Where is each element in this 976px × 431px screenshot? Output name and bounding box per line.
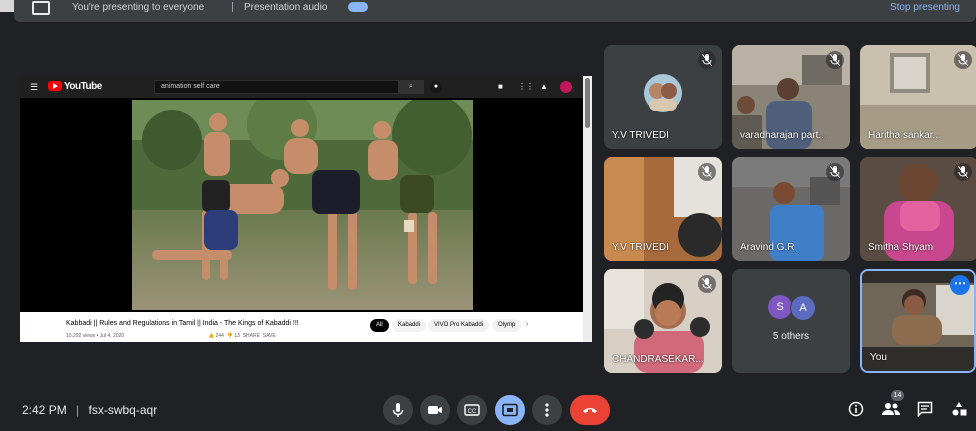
others-count: 5 others xyxy=(772,331,810,342)
video-player[interactable] xyxy=(20,98,583,312)
video-meta: 10,292 views • Jul 4, 2020 xyxy=(66,333,125,339)
participant-tile-smitha[interactable]: Smitha Shyam xyxy=(860,157,976,261)
participant-tile-yv-trivedi-2[interactable]: Y.V TRIVEDI xyxy=(604,157,722,261)
mic-off-icon xyxy=(698,51,716,69)
chevron-right-icon[interactable]: › xyxy=(526,321,528,328)
stop-presenting-button[interactable]: Stop presenting xyxy=(890,2,960,13)
people-button[interactable] xyxy=(882,401,900,422)
participant-name: Haritha sankar... xyxy=(868,130,941,141)
youtube-notifications-icon[interactable]: ▲ xyxy=(540,82,548,91)
participant-tile-aravind[interactable]: Aravind G.R xyxy=(732,157,850,261)
mic-off-icon xyxy=(954,51,972,69)
share-button[interactable]: SHARE xyxy=(243,333,260,339)
mic-off-icon xyxy=(954,163,972,181)
captions-icon: CC xyxy=(464,404,480,416)
participant-name: varadharajan part... xyxy=(740,130,827,141)
youtube-brand: YouTube xyxy=(64,81,102,92)
dislike-icon[interactable]: 👎 xyxy=(227,333,233,339)
presenting-banner: You're presenting to everyone Presentati… xyxy=(14,0,976,22)
present-icon xyxy=(502,403,518,417)
chip-olymp[interactable]: Olymp xyxy=(492,319,522,332)
participant-tile-you[interactable]: ⋯ You xyxy=(860,269,976,373)
mic-off-icon xyxy=(826,163,844,181)
participant-tile-chandrasekar[interactable]: CHANDRASEKAR... xyxy=(604,269,722,373)
youtube-avatar[interactable] xyxy=(560,81,572,93)
microphone-icon xyxy=(392,403,404,417)
info-icon xyxy=(848,401,864,417)
banner-divider xyxy=(232,2,233,12)
svg-text:CC: CC xyxy=(468,409,477,415)
save-button[interactable]: SAVE xyxy=(263,333,276,339)
presented-screen: ☰ YouTube animation self care ⌕ ● ■ ⋮⋮ ▲ xyxy=(20,76,592,342)
participant-name: Aravind G.R xyxy=(740,242,795,253)
more-options-icon[interactable]: ⋯ xyxy=(950,275,970,295)
video-details: Kabbadi || Rules and Regulations in Tami… xyxy=(20,312,583,342)
info-separator: | xyxy=(76,403,80,417)
video-title[interactable]: Kabbadi || Rules and Regulations in Tami… xyxy=(66,320,299,327)
presenting-text: You're presenting to everyone xyxy=(72,2,205,13)
participant-tile-haritha[interactable]: Haritha sankar... xyxy=(860,45,976,149)
youtube-search-icon[interactable]: ⌕ xyxy=(398,80,424,94)
camera-icon xyxy=(428,406,442,414)
current-time: 2:42 PM xyxy=(22,403,67,417)
mic-off-icon xyxy=(698,275,716,293)
chat-button[interactable] xyxy=(917,401,933,422)
mic-off-icon xyxy=(826,51,844,69)
participant-name: You xyxy=(870,352,887,363)
kabaddi-video-frame xyxy=(132,100,473,310)
chip-kabaddi[interactable]: Kabaddi xyxy=(392,319,427,332)
camera-button[interactable] xyxy=(420,395,450,425)
captions-button[interactable]: CC xyxy=(457,395,487,425)
people-count-badge: 14 xyxy=(891,390,904,401)
youtube-header: ☰ YouTube animation self care ⌕ ● ■ ⋮⋮ ▲ xyxy=(20,76,592,98)
meeting-code: fsx-swbq-aqr xyxy=(88,403,158,417)
avatar-a: A xyxy=(790,295,816,321)
browser-scrollbar[interactable] xyxy=(583,76,592,342)
leave-call-button[interactable] xyxy=(570,395,610,425)
more-vert-icon xyxy=(545,403,549,417)
present-screen-icon xyxy=(32,1,50,15)
avatar-s: S xyxy=(768,295,792,319)
dislike-count: 13 xyxy=(234,333,240,339)
like-count: 244 xyxy=(215,333,224,339)
meeting-info: 2:42 PM | fsx-swbq-aqr xyxy=(22,403,157,417)
chip-all[interactable]: All xyxy=(370,319,389,332)
youtube-create-icon[interactable]: ■ xyxy=(498,82,503,91)
microphone-button[interactable] xyxy=(383,395,413,425)
participant-name: CHANDRASEKAR... xyxy=(612,354,704,365)
end-call-icon xyxy=(583,408,597,413)
people-icon xyxy=(882,403,900,415)
chip-vivo-pro-kabaddi[interactable]: VIVO Pro Kabaddi xyxy=(428,319,490,332)
presentation-audio-label: Presentation audio xyxy=(244,2,328,13)
presentation-audio-toggle[interactable] xyxy=(348,2,368,12)
participant-tile-yv-trivedi[interactable]: Y.V TRIVEDI xyxy=(604,45,722,149)
more-options-button[interactable] xyxy=(532,395,562,425)
video-actions: 👍 244 👎 13 SHARE SAVE xyxy=(208,333,276,339)
participant-name: Y.V TRIVEDI xyxy=(612,242,669,253)
youtube-search-input[interactable]: animation self care xyxy=(154,80,416,94)
participant-tile-varadharajan[interactable]: varadharajan part... xyxy=(732,45,850,149)
youtube-voice-search-icon[interactable]: ● xyxy=(430,81,442,93)
meeting-details-button[interactable] xyxy=(848,401,864,422)
like-icon[interactable]: 👍 xyxy=(208,333,214,339)
chat-icon xyxy=(917,401,933,418)
hamburger-menu-icon[interactable]: ☰ xyxy=(30,82,38,93)
youtube-logo-icon[interactable] xyxy=(48,81,62,91)
activities-button[interactable] xyxy=(951,401,967,422)
participant-name: Y.V TRIVEDI xyxy=(612,130,669,141)
participant-tile-others[interactable]: S A 5 others xyxy=(732,269,850,373)
mic-off-icon xyxy=(698,163,716,181)
activities-icon xyxy=(952,402,967,416)
youtube-apps-icon[interactable]: ⋮⋮ xyxy=(518,82,534,91)
participant-name: Smitha Shyam xyxy=(868,242,934,253)
present-now-button[interactable] xyxy=(495,395,525,425)
